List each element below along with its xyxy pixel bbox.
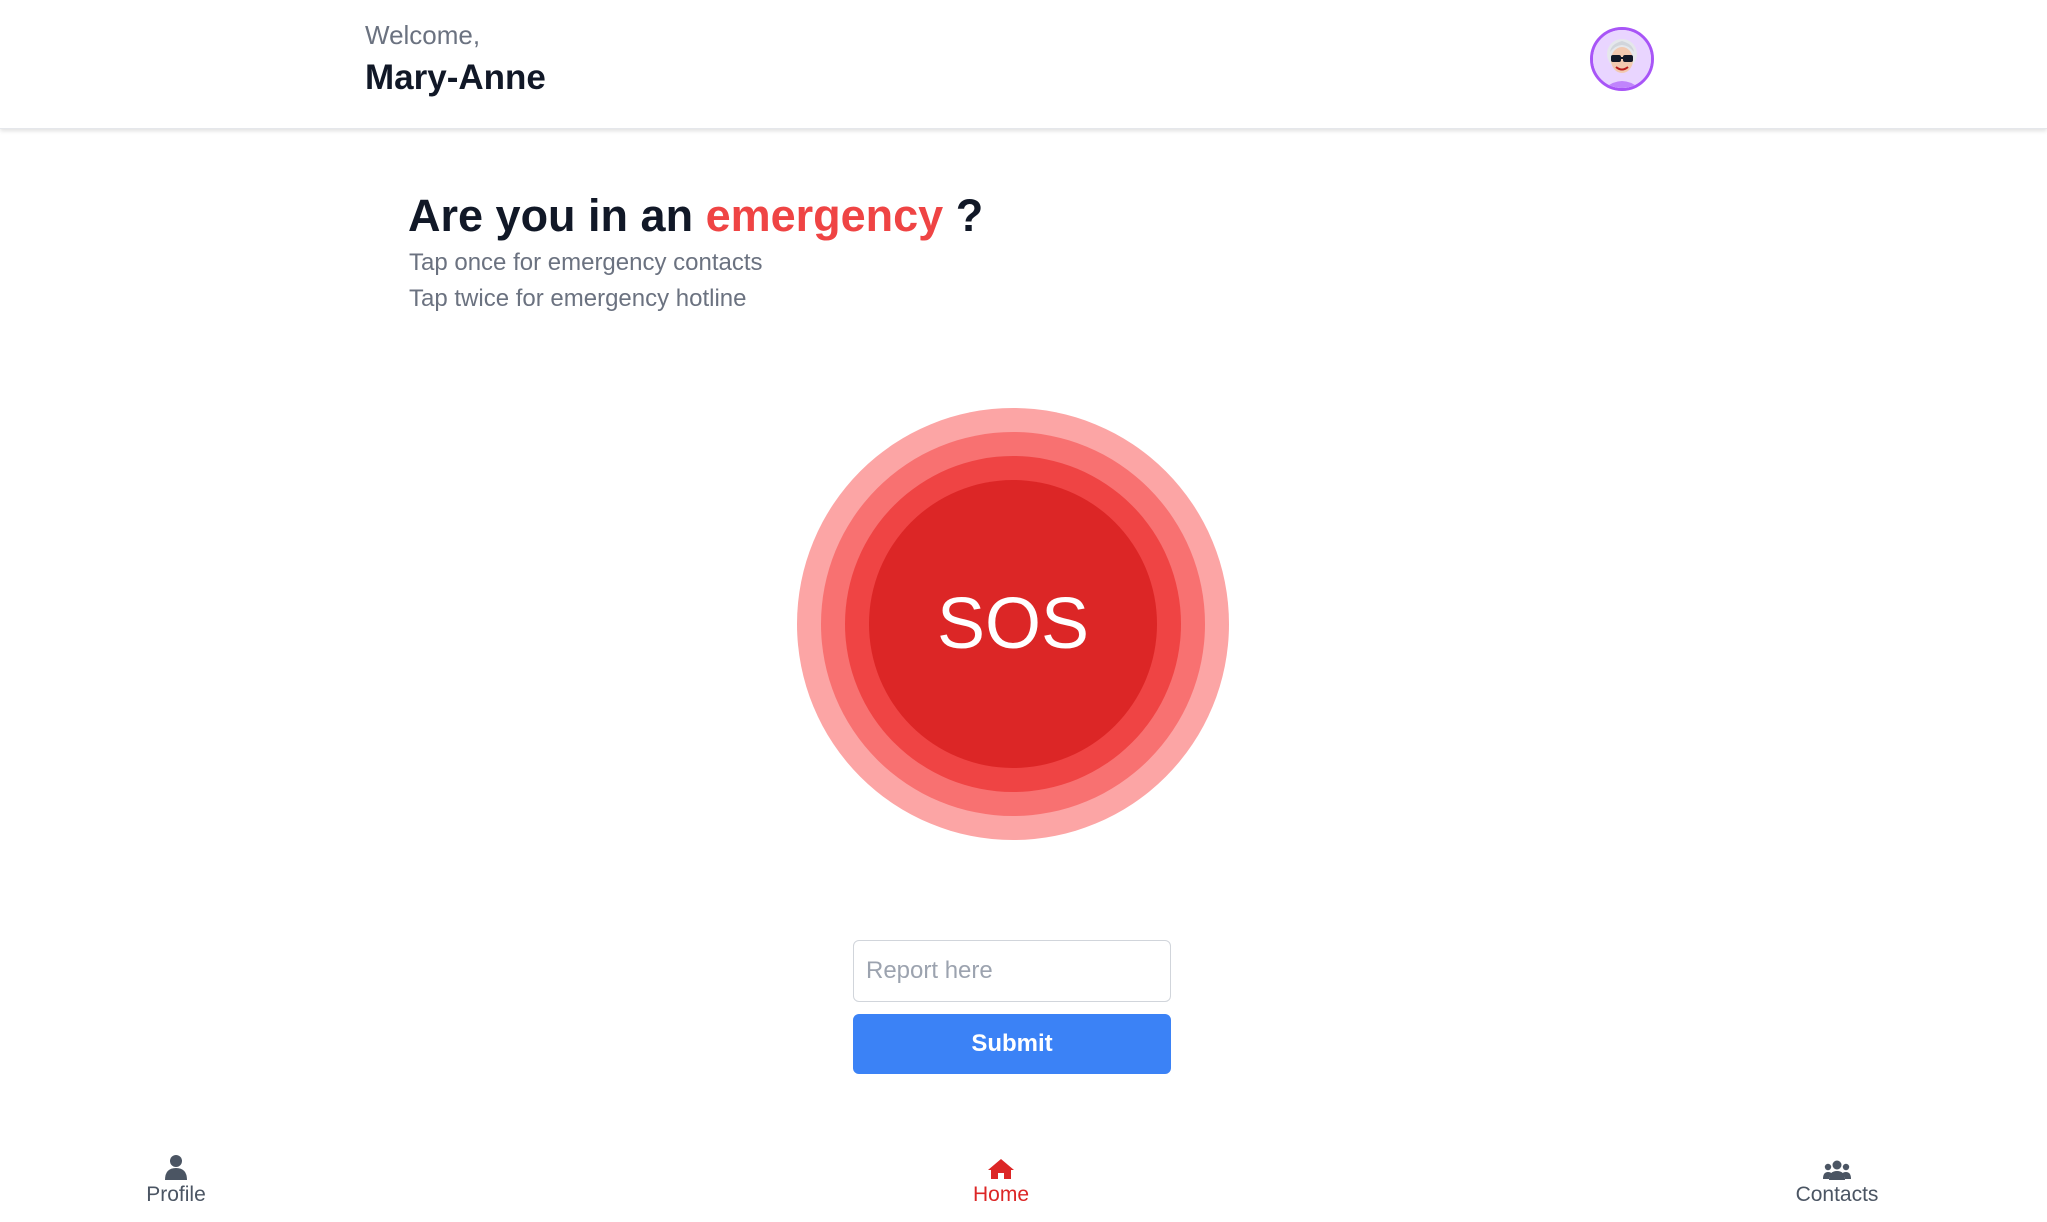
nav-contacts[interactable]: Contacts [1757,1152,1917,1207]
headline-prefix: Are you in an [408,190,706,241]
nav-contacts-label: Contacts [1795,1183,1879,1206]
top-header: Welcome, Mary-Anne [0,0,2047,129]
submit-button[interactable]: Submit [853,1014,1171,1074]
sos-button[interactable]: SOS [869,480,1157,768]
nav-home-label: Home [972,1183,1030,1206]
instruction-tap-once: Tap once for emergency contacts [409,249,763,276]
avatar[interactable] [1590,27,1654,91]
nav-home[interactable]: Home [921,1152,1081,1207]
sos-button-wrapper: SOS [797,408,1229,840]
users-icon [1823,1152,1851,1180]
headline-emphasis: emergency [705,190,944,241]
user-name: Mary-Anne [365,58,546,97]
instruction-tap-twice: Tap twice for emergency hotline [409,285,747,312]
user-icon [165,1152,187,1180]
headline-suffix: ? [943,190,984,241]
home-icon [987,1152,1015,1180]
nav-profile[interactable]: Profile [96,1152,256,1207]
report-input[interactable] [853,940,1171,1002]
emergency-headline: Are you in an emergency ? [408,190,983,242]
welcome-text: Welcome, [365,20,481,50]
user-avatar-photo-icon [1593,30,1651,88]
nav-profile-label: Profile [146,1183,206,1206]
